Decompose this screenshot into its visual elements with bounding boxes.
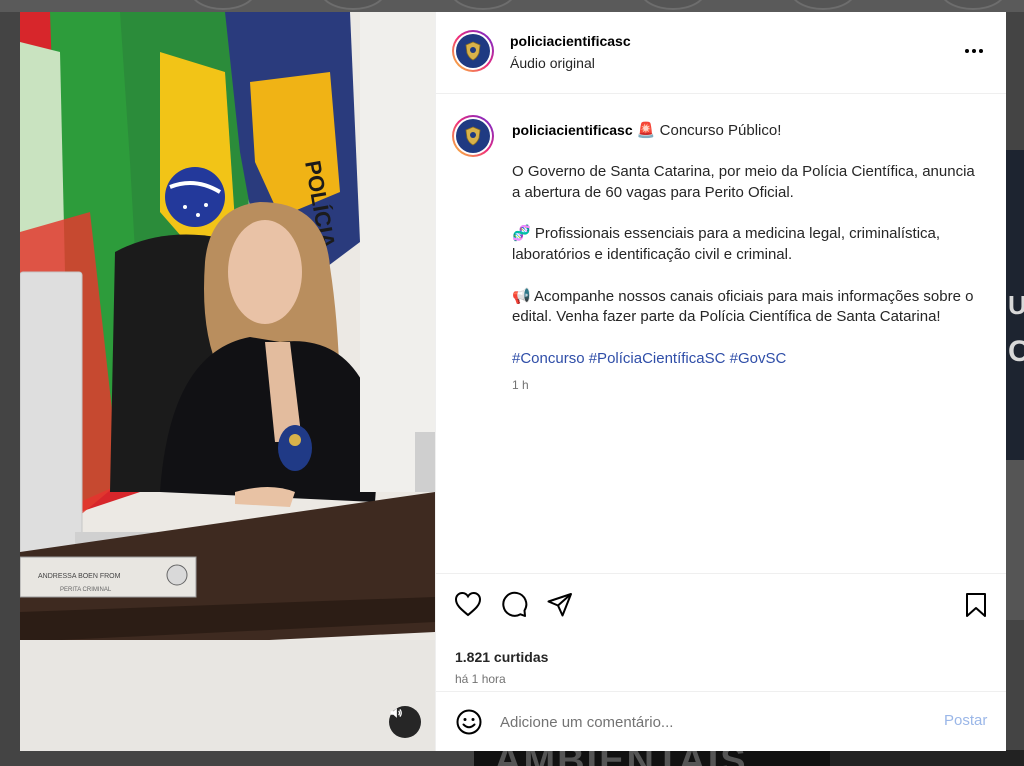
hashtag-link[interactable]: #PolíciaCientíficaSC [589,350,726,367]
police-badge-icon [465,126,481,146]
comment-icon [502,591,528,617]
comment-input[interactable] [500,710,920,734]
bookmark-icon [966,593,986,617]
caption-paragraph: Acompanhe nossos canais oficiais para ma… [512,287,974,326]
siren-emoji: 🚨 [636,122,656,139]
caption-author-avatar[interactable] [452,115,494,157]
post-actions: 1.821 curtidas há 1 hora [436,573,1006,692]
post-modal: POLÍCIA ANDRESSA BOEN FROM PERITA CRIMIN… [20,12,1006,751]
dna-emoji: 🧬 [512,225,531,243]
speaker-icon [390,708,402,718]
stories-strip [0,0,1024,12]
emoji-icon [456,709,482,735]
megaphone-emoji: 📢 [512,287,531,305]
caption-timestamp[interactable]: 1 h [512,375,982,396]
police-badge-icon [465,41,481,61]
video-frame: POLÍCIA ANDRESSA BOEN FROM PERITA CRIMIN… [20,12,435,751]
caption-paragraph: O Governo de Santa Catarina, por meio da… [512,163,975,202]
background-thumbnail-text: C [1008,335,1024,368]
hashtag-link[interactable]: #Concurso [512,350,585,367]
caption-username[interactable]: policiacientificasc [512,122,633,138]
background-thumbnail-text: U [1008,290,1024,320]
audio-label[interactable]: Áudio original [510,55,595,71]
avatar-border [454,117,492,155]
avatar-border [454,32,492,70]
background-post-thumbnail: AMBIENTAIS [474,750,830,766]
post-comment-button[interactable]: Postar [944,712,987,729]
post-video[interactable]: POLÍCIA ANDRESSA BOEN FROM PERITA CRIMIN… [20,12,435,751]
more-options-button[interactable] [956,38,992,64]
comment-button[interactable] [500,591,528,624]
comment-bar: Postar [436,691,1006,751]
background-post-thumbnail [1006,460,1024,620]
background-thumbnail-text: AMBIENTAIS [494,750,748,766]
more-horizontal-icon [979,49,983,53]
save-button[interactable] [964,591,988,624]
likes-count[interactable]: 1.821 curtidas [455,649,548,665]
author-avatar[interactable] [452,30,494,72]
post-timestamp[interactable]: há 1 hora [455,672,506,686]
background-post-thumbnail [830,750,1024,766]
caption-headline: Concurso Público! [659,122,782,139]
share-button[interactable] [546,591,574,624]
badge-logo-icon [456,119,490,153]
heart-icon [454,591,482,617]
post-details-panel: policiacientificasc Áudio original polic… [435,12,1006,751]
like-button[interactable] [454,591,482,622]
share-icon [547,593,572,617]
more-horizontal-icon [972,49,976,53]
author-username[interactable]: policiacientificasc [510,33,631,49]
badge-logo-icon [456,34,490,68]
post-header: policiacientificasc Áudio original [436,12,1006,94]
nameplate-title: PERITA CRIMINAL [60,587,112,593]
audio-toggle-button[interactable] [389,706,421,738]
emoji-picker-button[interactable] [455,708,483,741]
caption-section: policiacientificasc 🚨 Concurso Público! … [436,94,1006,572]
caption-text: policiacientificasc 🚨 Concurso Público! … [512,120,982,396]
more-horizontal-icon [965,49,969,53]
background-post-thumbnail: U C [1006,150,1024,460]
caption-paragraph: Profissionais essenciais para a medicina… [512,225,941,264]
nameplate-name: ANDRESSA BOEN FROM [38,573,121,580]
hashtag-link[interactable]: #GovSC [730,350,787,367]
